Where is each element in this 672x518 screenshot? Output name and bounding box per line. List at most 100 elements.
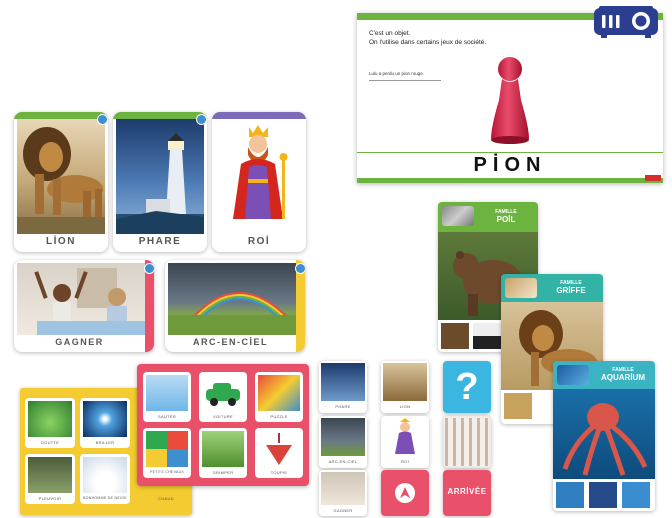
cell-label: PUZZLE bbox=[270, 414, 288, 419]
slide-bottom-bar bbox=[357, 178, 663, 183]
word-card-phare[interactable]: PHARE bbox=[113, 112, 207, 252]
small-card-label: PHARE bbox=[335, 404, 351, 409]
speech-bubble-text: Lulu a perdu un pion rouge. bbox=[369, 71, 425, 76]
cell-label: PETITS CHEVAUX bbox=[149, 470, 185, 474]
small-card-roi[interactable]: ROİ bbox=[381, 416, 429, 468]
claw-thumbnail bbox=[505, 278, 537, 298]
star-image bbox=[83, 401, 127, 437]
rainbow-small-image bbox=[321, 418, 365, 456]
lion-small-image bbox=[383, 363, 427, 401]
small-card-label: GAGNER bbox=[333, 508, 353, 513]
board-game-image bbox=[146, 431, 188, 467]
small-card-phare[interactable]: PHARE bbox=[319, 361, 367, 413]
car-image bbox=[202, 375, 244, 411]
slide-text-line-1: C'est un objet. bbox=[369, 30, 411, 37]
board-cell-sauter[interactable]: SAUTER bbox=[143, 372, 191, 422]
cell-label: BONHOMME DE NEIGE bbox=[83, 496, 127, 500]
small-card-label: LİON bbox=[399, 404, 411, 409]
king-image bbox=[215, 119, 303, 234]
word-card-label: ROİ bbox=[247, 236, 271, 247]
word-card-gagner[interactable]: GAGNER bbox=[14, 260, 154, 352]
fish-small-thumbnail bbox=[622, 482, 650, 508]
board-cell-briller[interactable]: BRILLER bbox=[80, 398, 130, 448]
word-card-label: GAGNER bbox=[55, 337, 104, 347]
small-card-arc-en-ciel[interactable]: ARC-EN-CİEL bbox=[319, 416, 367, 468]
word-card-label: PHARE bbox=[138, 236, 182, 247]
shark-thumbnail bbox=[556, 482, 584, 508]
cell-label: BRILLER bbox=[95, 440, 115, 445]
fur-thumbnail bbox=[442, 206, 474, 226]
king-small-image bbox=[383, 418, 427, 456]
thumbnail-strip bbox=[553, 479, 655, 511]
red-pawn-image bbox=[491, 57, 529, 144]
word-card-label: LİON bbox=[46, 236, 76, 247]
game-board-play: SAUTER VOITURE PUZZLE PETITS CHEVAUX GRI… bbox=[137, 364, 309, 486]
card-top-bar bbox=[212, 112, 306, 119]
word-card-lion[interactable]: LİON bbox=[14, 112, 108, 252]
leopard-thumbnail bbox=[504, 393, 532, 419]
puzzle-image bbox=[258, 375, 300, 411]
spinning-top-image bbox=[258, 431, 300, 467]
board-cell-goutte[interactable]: GOUTTE bbox=[25, 398, 75, 448]
board-cell-pleuvoir[interactable]: PLEUVOIR bbox=[25, 454, 75, 504]
small-card-start[interactable] bbox=[381, 470, 429, 516]
arrival-label: ARRİVÉE bbox=[447, 487, 487, 496]
rainbow-image bbox=[168, 263, 296, 335]
question-mark-icon: ? bbox=[455, 366, 479, 408]
snowman-image bbox=[83, 457, 127, 493]
fish-thumbnail bbox=[557, 365, 589, 385]
card-top-bar bbox=[14, 112, 108, 119]
board-cell-bonhomme-de-neige[interactable]: BONHOMME DE NEIGE bbox=[80, 454, 130, 504]
drop-image bbox=[28, 401, 72, 437]
small-card-gagner[interactable]: GAGNER bbox=[319, 470, 367, 516]
card-corner-dot bbox=[295, 263, 305, 274]
small-card-label: ARC-EN-CİEL bbox=[328, 459, 358, 464]
word-card-arc-en-ciel[interactable]: ARC-EN-CİEL bbox=[165, 260, 305, 352]
board-cell-voiture[interactable]: VOITURE bbox=[199, 372, 247, 422]
cell-label: VOITURE bbox=[213, 414, 233, 419]
slide-text-line-2: On l'utilise dans certains jeux de socié… bbox=[369, 39, 487, 46]
word-card-roi[interactable]: ROİ bbox=[212, 112, 306, 252]
small-card-lion[interactable]: LİON bbox=[381, 361, 429, 413]
cell-label: GRIMPER bbox=[212, 470, 234, 475]
cell-label: PLEUVOIR bbox=[38, 496, 62, 501]
cell-label: TOUPIE bbox=[270, 470, 288, 475]
rain-image bbox=[28, 457, 72, 493]
card-corner-dot bbox=[97, 114, 108, 125]
lighthouse-small-image bbox=[321, 363, 365, 401]
family-name: GRİFFE bbox=[556, 286, 586, 295]
card-top-bar bbox=[113, 112, 207, 119]
projector-slide: C'est un objet. On l'utilise dans certai… bbox=[357, 13, 663, 183]
card-corner-dot bbox=[144, 263, 154, 274]
cell-label: GOUTTE bbox=[40, 440, 60, 445]
board-cell-grimper[interactable]: GRIMPER bbox=[199, 428, 247, 478]
family-name: POİL bbox=[496, 215, 516, 224]
jump-image bbox=[146, 375, 188, 411]
octopus-image bbox=[553, 389, 655, 479]
projector-icon[interactable] bbox=[593, 5, 659, 38]
slide-word: PİON bbox=[473, 154, 547, 176]
start-icon bbox=[395, 483, 415, 503]
board-cell-petits-chevaux[interactable]: PETITS CHEVAUX bbox=[143, 428, 191, 478]
sea-thumbnail bbox=[589, 482, 617, 508]
lion-image bbox=[17, 119, 105, 234]
family-card-aquarium[interactable]: FAMILLE AQUARİUM bbox=[553, 361, 655, 511]
bear-thumbnail bbox=[441, 323, 469, 349]
small-card-label: ROİ bbox=[400, 459, 409, 464]
board-cell-puzzle[interactable]: PUZZLE bbox=[255, 372, 303, 422]
children-celebrating-image bbox=[17, 263, 145, 335]
word-card-label: ARC-EN-CİEL bbox=[193, 337, 268, 347]
cell-label: SAUTER bbox=[157, 414, 177, 419]
panda-thumbnail bbox=[473, 323, 501, 349]
climb-image bbox=[202, 431, 244, 467]
small-card-gate[interactable] bbox=[443, 416, 491, 468]
small-card-arrivee[interactable]: ARRİVÉE bbox=[443, 470, 491, 516]
lighthouse-image bbox=[116, 119, 204, 234]
small-card-question[interactable]: ? bbox=[443, 361, 491, 413]
slide-divider bbox=[357, 152, 663, 153]
board-cell-toupie[interactable]: TOUPIE bbox=[255, 428, 303, 478]
speech-bubble: Lulu a perdu un pion rouge. bbox=[369, 68, 441, 81]
publisher-logo bbox=[645, 175, 661, 181]
family-name: AQUARİUM bbox=[601, 373, 645, 382]
card-corner-dot bbox=[196, 114, 207, 125]
